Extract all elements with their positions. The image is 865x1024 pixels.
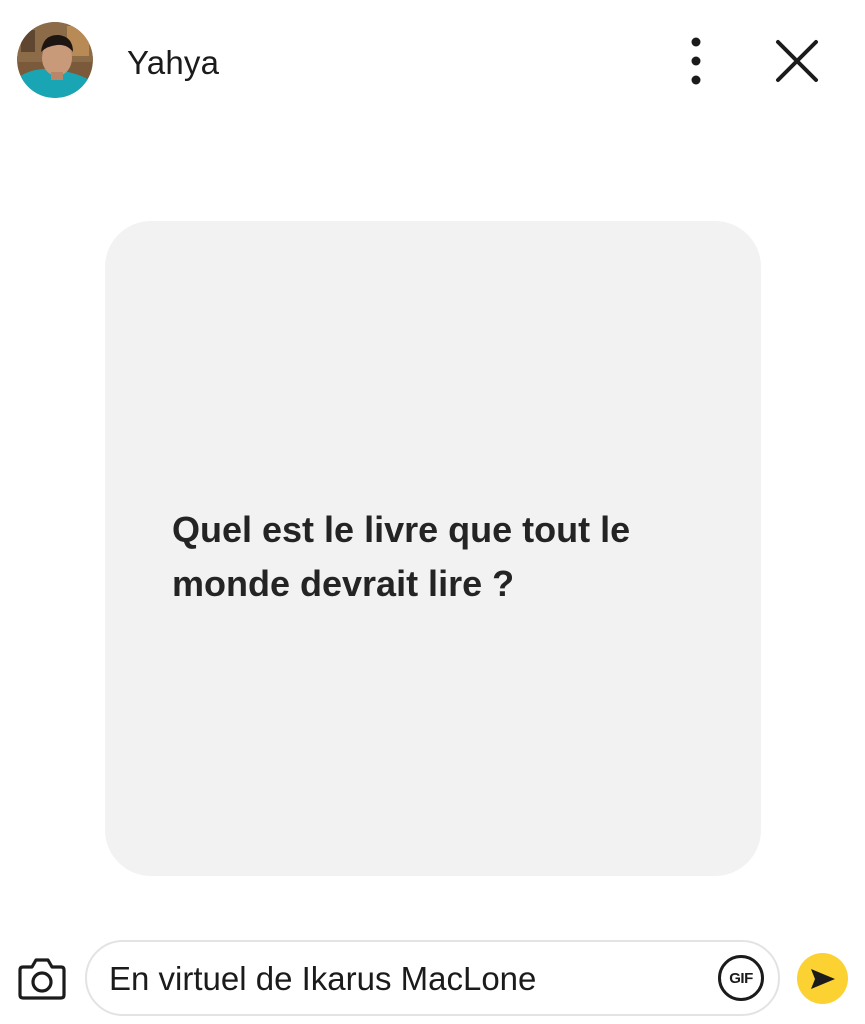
camera-icon[interactable] — [17, 955, 67, 1001]
send-arrow-icon — [810, 968, 835, 989]
message-input[interactable] — [109, 956, 699, 1002]
gif-button[interactable]: GIF — [718, 955, 764, 1001]
chat-reply-screen: Yahya Quel est le livre que tout le mond… — [0, 0, 865, 1024]
avatar-photo-icon — [17, 22, 93, 98]
avatar[interactable] — [17, 22, 93, 98]
send-button[interactable] — [797, 953, 848, 1004]
question-card: Quel est le livre que tout le monde devr… — [105, 221, 761, 876]
question-text: Quel est le livre que tout le monde devr… — [172, 509, 631, 604]
message-composer: GIF — [85, 940, 780, 1016]
header: Yahya — [0, 0, 865, 125]
username[interactable]: Yahya — [127, 44, 219, 82]
more-vertical-icon[interactable] — [676, 36, 716, 88]
close-icon[interactable] — [772, 36, 822, 86]
